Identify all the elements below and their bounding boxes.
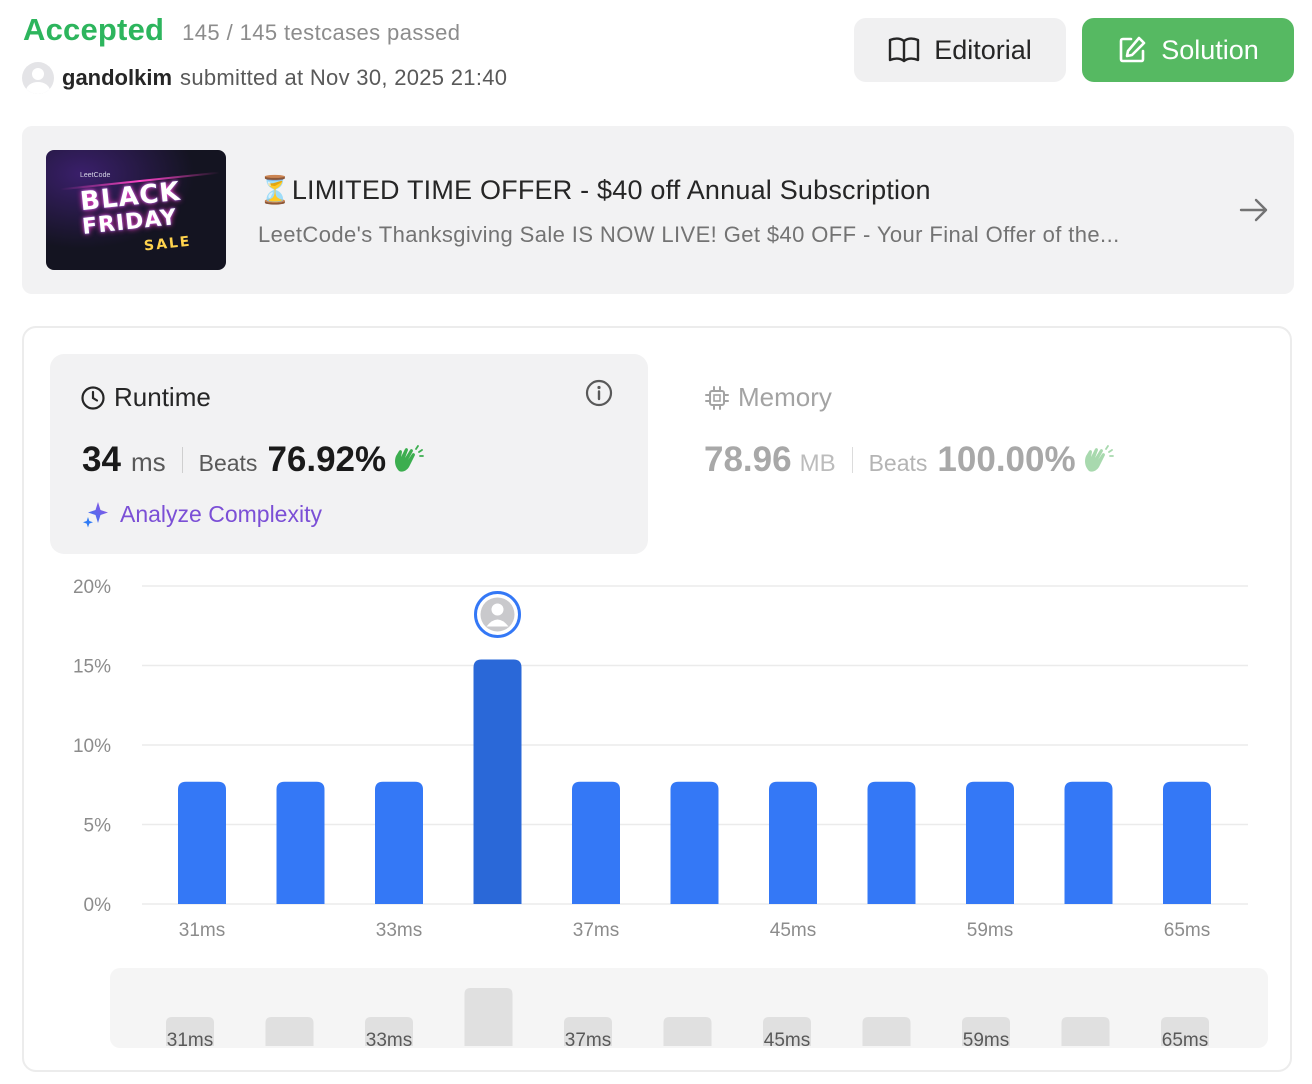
chart-bar-65ms[interactable] xyxy=(1163,781,1211,904)
mini-x-tick-label: 59ms xyxy=(963,1030,1009,1051)
chart-bar-59ms[interactable] xyxy=(966,781,1014,904)
mini-bar-43ms xyxy=(663,1017,712,1046)
mini-bar-51ms xyxy=(862,1017,911,1046)
x-tick-label: 65ms xyxy=(1164,920,1210,941)
runtime-distribution-chart: 0% 5% 10% 15% 20% 31ms 33ms 37ms 45ms 59ms 65ms 31m… xyxy=(73,577,1268,1051)
chart-bar-34ms[interactable] xyxy=(473,659,522,904)
chart-bar-31ms[interactable] xyxy=(178,781,226,904)
y-tick-label: 10% xyxy=(73,736,111,757)
chart-bar-51ms[interactable] xyxy=(867,781,916,904)
chart-bar-37ms[interactable] xyxy=(572,781,620,904)
y-tick-label: 0% xyxy=(84,895,112,916)
chart-bar-62ms[interactable] xyxy=(1064,781,1113,904)
chart-bar-45ms[interactable] xyxy=(769,781,817,904)
chart-bar-43ms[interactable] xyxy=(670,781,719,904)
mini-bar-34ms xyxy=(464,988,513,1046)
mini-x-tick-label: 65ms xyxy=(1162,1030,1208,1051)
mini-x-tick-label: 33ms xyxy=(366,1030,412,1051)
y-tick-label: 15% xyxy=(73,657,111,678)
mini-x-tick-label: 37ms xyxy=(565,1030,611,1051)
y-tick-label: 5% xyxy=(84,816,112,837)
mini-bar-62ms xyxy=(1061,1017,1110,1046)
mini-x-tick-label: 31ms xyxy=(167,1030,213,1051)
x-tick-label: 45ms xyxy=(770,920,816,941)
x-tick-label: 31ms xyxy=(179,920,225,941)
chart-bar-33ms[interactable] xyxy=(375,781,423,904)
x-tick-label: 59ms xyxy=(967,920,1013,941)
x-tick-label: 37ms xyxy=(573,920,619,941)
x-tick-label: 33ms xyxy=(376,920,422,941)
avatar-head xyxy=(491,603,504,616)
chart-bar-32ms[interactable] xyxy=(276,781,325,904)
y-tick-label: 20% xyxy=(73,577,111,598)
mini-x-tick-label: 45ms xyxy=(764,1030,810,1051)
mini-bar-32ms xyxy=(265,1017,314,1046)
